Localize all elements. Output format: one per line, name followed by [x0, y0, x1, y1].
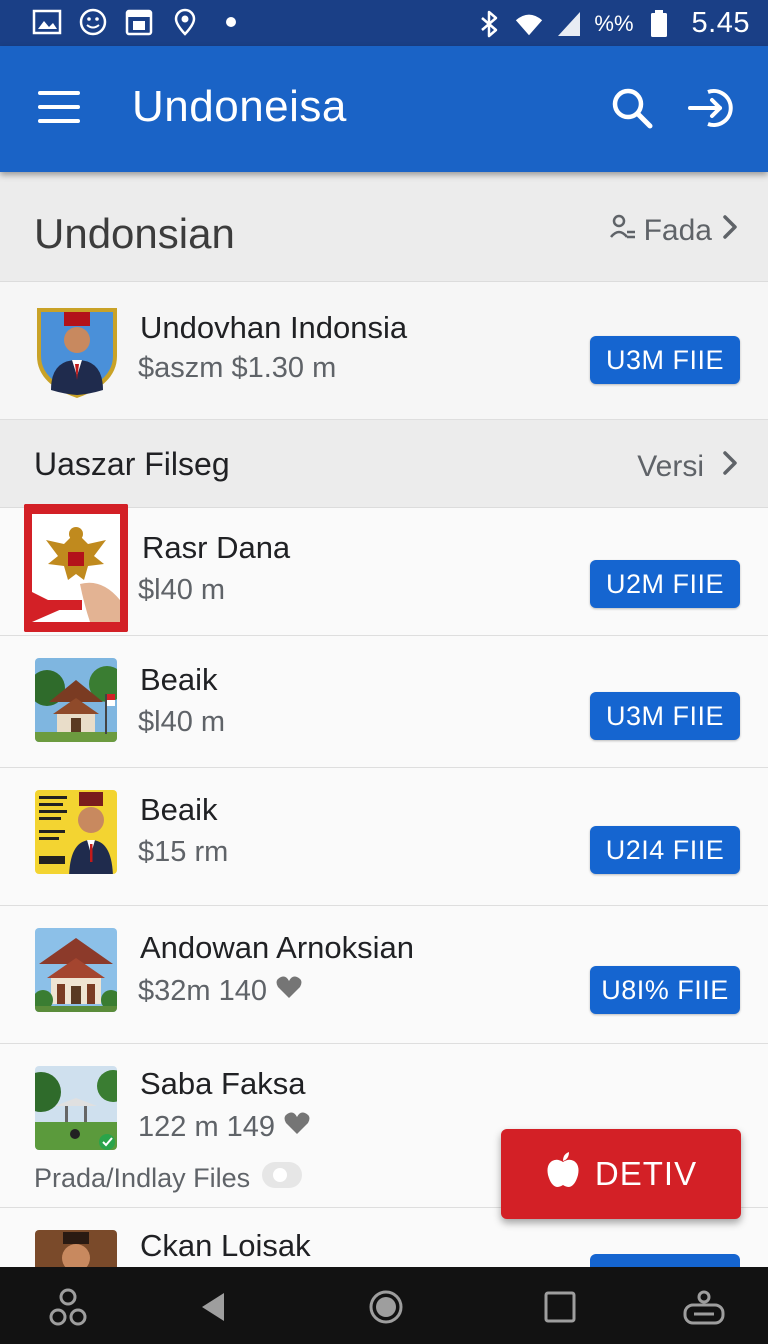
- item-title: Andowan Arnoksian: [140, 930, 415, 965]
- chat-bubble-icon: [260, 1160, 304, 1197]
- clock: 5.45: [691, 7, 750, 39]
- recents-icon[interactable]: [540, 1287, 580, 1327]
- file-button[interactable]: U8I% FIIE: [590, 966, 740, 1014]
- section-header-undonsian: Undonsian Fada: [0, 172, 768, 282]
- section-action-label: Fada: [643, 214, 712, 247]
- location-pin-icon: [170, 7, 200, 37]
- search-icon[interactable]: [608, 84, 656, 132]
- featured-list-item[interactable]: Undovhan Indonsia $aszm $1.30 m U3M FIIE: [0, 282, 768, 420]
- item-title: Undovhan Indonsia: [140, 310, 408, 345]
- park-thumbnail: [35, 1066, 117, 1150]
- file-button[interactable]: U3M FIIE: [590, 692, 740, 740]
- login-icon[interactable]: [686, 84, 738, 132]
- heart-icon: [275, 974, 303, 1008]
- item-tertiary-label: Prada/Indlay Files: [34, 1163, 251, 1193]
- item-price: $l40 m: [138, 706, 226, 738]
- item-title: Saba Faksa: [140, 1066, 306, 1101]
- item-price: $15 rm: [138, 836, 229, 868]
- assistant-icon[interactable]: [48, 1287, 88, 1327]
- section-title: Uaszar Filseg: [34, 446, 230, 482]
- section-action-fada[interactable]: Fada: [609, 212, 740, 250]
- menu-icon[interactable]: [34, 85, 82, 129]
- item-tertiary-row: Prada/Indlay Files: [34, 1160, 304, 1197]
- list-item[interactable]: Beaik $15 rm U2I4 FIIE: [0, 768, 768, 906]
- signal-icon: [554, 9, 584, 39]
- poster-thumbnail: [35, 790, 117, 874]
- item-title: Beaik: [140, 792, 218, 827]
- list-item[interactable]: Rasr Dana $l40 m U2M FIIE: [0, 504, 768, 636]
- list-item[interactable]: Andowan Arnoksian $32m 140 U8I% FIIE: [0, 906, 768, 1044]
- section-title: Undonsian: [34, 210, 235, 257]
- bluetooth-icon: [474, 9, 504, 39]
- apple-icon: [545, 1150, 581, 1198]
- chevron-right-icon: [720, 448, 740, 486]
- item-title: Rasr Dana: [142, 530, 291, 565]
- status-bar: %% 5.45: [0, 0, 768, 46]
- item-title: Ckan Loisak: [140, 1228, 311, 1263]
- temple-thumbnail: [35, 658, 117, 742]
- item-price-row: $32m 140: [138, 974, 303, 1008]
- item-price: $aszm $1.30 m: [138, 352, 337, 384]
- gallery-icon: [32, 7, 62, 37]
- item-stats: 122 m 149: [138, 1110, 276, 1143]
- file-button[interactable]: U2I4 FIIE: [590, 826, 740, 874]
- people-icon: [609, 213, 636, 249]
- file-button[interactable]: U2M FIIE: [590, 560, 740, 608]
- section-header-uaszar-filseg: Uaszar Filseg Versi: [0, 420, 768, 508]
- pavilion-thumbnail: [35, 928, 117, 1012]
- battery-percent: %%: [594, 10, 634, 36]
- item-stats-row: 122 m 149: [138, 1110, 311, 1144]
- chevron-right-icon: [720, 212, 740, 250]
- keyboard-icon[interactable]: [682, 1287, 726, 1327]
- portrait-shield-thumbnail: [34, 304, 120, 400]
- app-bar: Undoneisa: [0, 46, 768, 172]
- back-icon[interactable]: [194, 1287, 234, 1327]
- calendar-icon: [124, 7, 154, 37]
- section-action-versi[interactable]: Versi: [637, 448, 740, 486]
- emoji-icon: [78, 7, 108, 37]
- wifi-icon: [514, 9, 544, 39]
- home-icon[interactable]: [366, 1287, 406, 1327]
- heart-icon: [283, 1110, 311, 1144]
- detiv-action-button[interactable]: DETIV: [501, 1129, 741, 1219]
- emblem-thumbnail: [24, 504, 128, 632]
- list-item[interactable]: Beaik $l40 m U3M FIIE: [0, 636, 768, 768]
- section-action-label: Versi: [637, 450, 704, 483]
- battery-icon: [644, 9, 674, 39]
- dot-icon: [216, 7, 246, 37]
- item-price: $l40 m: [138, 574, 226, 606]
- fab-label: DETIV: [594, 1155, 698, 1192]
- system-nav-bar: [0, 1267, 768, 1344]
- item-title: Beaik: [140, 662, 218, 697]
- app-title: Undoneisa: [132, 82, 347, 131]
- featured-file-button[interactable]: U3M FIIE: [590, 336, 740, 384]
- item-price: $32m 140: [138, 974, 267, 1007]
